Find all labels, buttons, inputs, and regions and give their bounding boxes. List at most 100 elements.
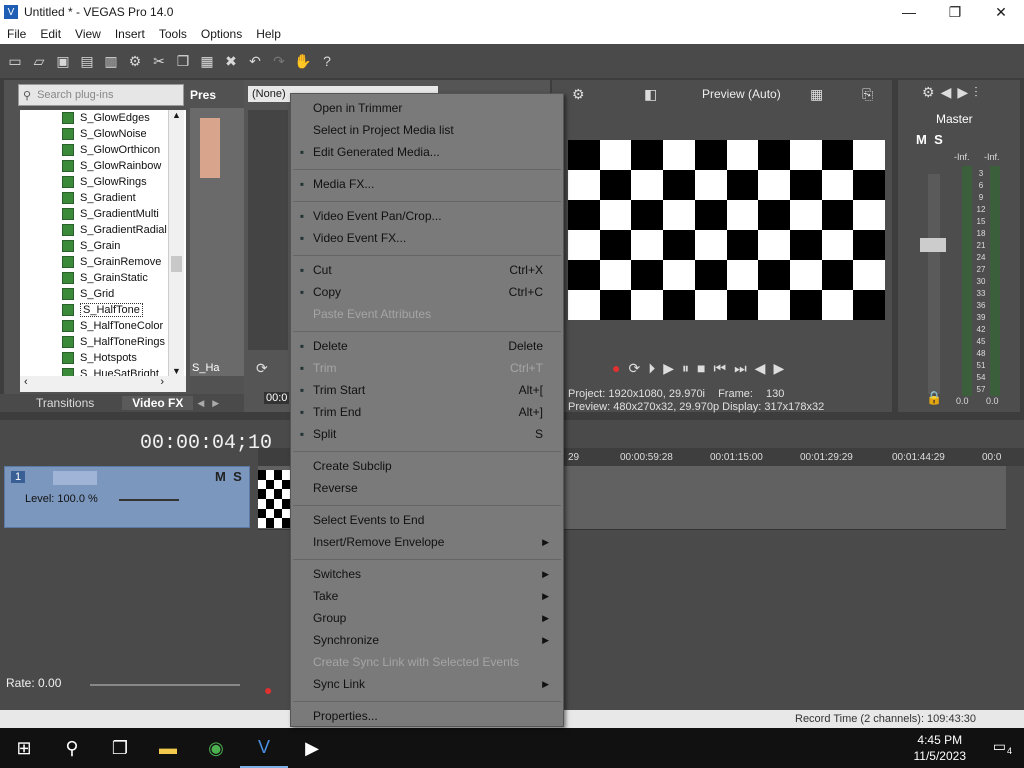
task-view-icon[interactable]: ❐ [96, 728, 144, 768]
menu-item-video-event-fx[interactable]: ▪ Video Event FX... [300, 228, 553, 248]
menu-item-media-fx[interactable]: ▪ Media FX... [300, 174, 553, 194]
play-icon[interactable]: ▶ [663, 360, 682, 376]
tab-video-fx[interactable]: Video FX [122, 396, 194, 410]
scroll-right-icon[interactable]: › [160, 376, 164, 388]
scroll-up-icon[interactable]: ▲ [169, 110, 184, 120]
stop-icon[interactable]: ■ [697, 360, 713, 376]
transport-controls[interactable]: ●⟳⏵▶⏸■⏮⏭◀▶ [612, 360, 792, 377]
scroll-down-icon[interactable]: ▼ [169, 366, 184, 376]
help-icon[interactable]: ? [318, 52, 336, 70]
video-event-clip[interactable] [258, 470, 290, 528]
list-item[interactable]: S_GlowNoise [20, 126, 186, 142]
mixer-icon[interactable]: ⫶ [974, 84, 984, 100]
save-icon[interactable]: ▣ [54, 52, 72, 70]
search-taskbar-icon[interactable]: ⚲ [48, 728, 96, 768]
list-item[interactable]: S_GlowEdges [20, 110, 186, 126]
tab-scroll-left-icon[interactable]: ◀ [193, 398, 208, 409]
video-track-header[interactable]: 1 M S Level: 100.0 % [4, 466, 250, 528]
menu-item-sync-link[interactable]: Sync Link ▶ [313, 674, 553, 694]
menu-item-insert-remove-envelope[interactable]: Insert/Remove Envelope ▶ [313, 532, 553, 552]
tab-scroll-right-icon[interactable]: ▶ [208, 398, 223, 409]
list-item[interactable]: S_GradientMulti [20, 206, 186, 222]
properties-icon[interactable]: ⚙ [572, 86, 585, 103]
redo-icon[interactable]: ↷ [270, 52, 288, 70]
list-item[interactable]: S_GlowRings [20, 174, 186, 190]
split-screen-icon[interactable]: ◧ [644, 86, 657, 103]
menu-item-open-in-trimmer[interactable]: Open in Trimmer [313, 98, 553, 118]
menu-item-cut[interactable]: ▪ Cut Ctrl+X [300, 260, 553, 280]
new-icon[interactable]: ▭ [6, 52, 24, 70]
start-icon[interactable]: ⊞ [0, 728, 48, 768]
go-end-icon[interactable]: ⏭ [734, 360, 755, 376]
prev-frame-icon[interactable]: ◀ [755, 360, 774, 376]
vegas-taskbar-icon[interactable]: V [240, 728, 288, 768]
minimize-button[interactable]: — [886, 0, 932, 24]
next-frame-icon[interactable]: ▶ [773, 360, 792, 376]
open-icon[interactable]: ▱ [30, 52, 48, 70]
menu-item-reverse[interactable]: Reverse [313, 478, 553, 498]
menu-item-delete[interactable]: ▪ Delete Delete [300, 336, 553, 356]
scroll-thumb[interactable] [171, 256, 182, 272]
loop-icon[interactable]: ⟳ [256, 360, 268, 377]
menu-item-trim-start[interactable]: ▪ Trim Start Alt+[ [300, 380, 553, 400]
menu-tools[interactable]: Tools [152, 27, 194, 41]
menu-item-select-in-project-media-list[interactable]: Select in Project Media list [313, 120, 553, 140]
list-item[interactable]: S_GlowRainbow [20, 158, 186, 174]
pause-icon[interactable]: ⏸ [682, 360, 697, 376]
mute-icon[interactable]: M [916, 132, 927, 147]
go-start-icon[interactable]: ⏮ [713, 360, 734, 376]
menu-item-take[interactable]: Take ▶ [313, 586, 553, 606]
overlays-icon[interactable]: ▦ [810, 86, 823, 103]
plugin-tree-scrollbar[interactable]: ▲ ▼ [168, 110, 184, 376]
record-track-icon[interactable]: ● [264, 682, 272, 698]
copy-toolbar-icon[interactable]: ❐ [174, 52, 192, 70]
menu-item-edit-generated-media[interactable]: ▪ Edit Generated Media... [300, 142, 553, 162]
maximize-button[interactable]: ❐ [932, 0, 978, 24]
list-item[interactable]: S_HalfToneRings [20, 334, 186, 350]
list-item[interactable]: S_HueSatBright [20, 366, 186, 376]
loop-playback-icon[interactable]: ⟳ [628, 360, 648, 376]
hand-icon[interactable]: ✋ [294, 52, 312, 70]
master-fader-handle[interactable] [920, 238, 946, 252]
menu-file[interactable]: File [0, 27, 33, 41]
menu-item-group[interactable]: Group ▶ [313, 608, 553, 628]
list-item[interactable]: S_HalfToneColor [20, 318, 186, 334]
track-solo-icon[interactable]: S [233, 469, 242, 484]
copy-snapshot-icon[interactable]: ⎘ [862, 86, 873, 103]
dim-icon[interactable]: ▶ [957, 84, 974, 100]
render-icon[interactable]: ▥ [102, 52, 120, 70]
system-clock[interactable]: 4:45 PM 11/5/2023 [914, 732, 967, 764]
menu-help[interactable]: Help [249, 27, 288, 41]
tab-transitions[interactable]: Transitions [26, 396, 104, 410]
undo-icon[interactable]: ↶ [246, 52, 264, 70]
menu-item-video-event-pan-crop[interactable]: ▪ Video Event Pan/Crop... [300, 206, 553, 226]
close-button[interactable]: ✕ [978, 0, 1024, 24]
menu-item-switches[interactable]: Switches ▶ [313, 564, 553, 584]
preset-preview[interactable]: S_Ha [190, 108, 244, 376]
notifications-icon[interactable]: ▭ [993, 738, 1006, 755]
record-icon[interactable]: ● [612, 360, 628, 376]
lock-icon[interactable]: 🔒 [926, 390, 942, 406]
list-item[interactable]: S_Gradient [20, 190, 186, 206]
list-item[interactable]: S_Grain [20, 238, 186, 254]
list-item[interactable]: S_GrainRemove [20, 254, 186, 270]
search-plugins-input[interactable]: ⚲ Search plug-ins [18, 84, 184, 106]
preview-quality-dropdown[interactable]: Preview (Auto) [702, 87, 781, 101]
play-from-start-icon[interactable]: ⏵ [648, 360, 663, 376]
master-properties-icon[interactable]: ⚙ [922, 84, 941, 100]
list-item[interactable]: S_GrainStatic [20, 270, 186, 286]
track-name-field[interactable] [53, 471, 97, 485]
cut-toolbar-icon[interactable]: ✂ [150, 52, 168, 70]
file-explorer-icon[interactable]: ▬ [144, 728, 192, 768]
list-item[interactable]: S_GradientRadial [20, 222, 186, 238]
menu-item-select-events-to-end[interactable]: Select Events to End [313, 510, 553, 530]
list-item[interactable]: S_Hotspots [20, 350, 186, 366]
delete-toolbar-icon[interactable]: ✖ [222, 52, 240, 70]
menu-view[interactable]: View [68, 27, 108, 41]
rate-slider[interactable] [90, 684, 240, 686]
track-mute-icon[interactable]: M [215, 469, 226, 484]
list-item-selected[interactable]: S_HalfTone [20, 302, 186, 318]
menu-item-copy[interactable]: ▪ Copy Ctrl+C [300, 282, 553, 302]
scroll-left-icon[interactable]: ‹ [24, 376, 28, 388]
menu-item-trim-end[interactable]: ▪ Trim End Alt+] [300, 402, 553, 422]
